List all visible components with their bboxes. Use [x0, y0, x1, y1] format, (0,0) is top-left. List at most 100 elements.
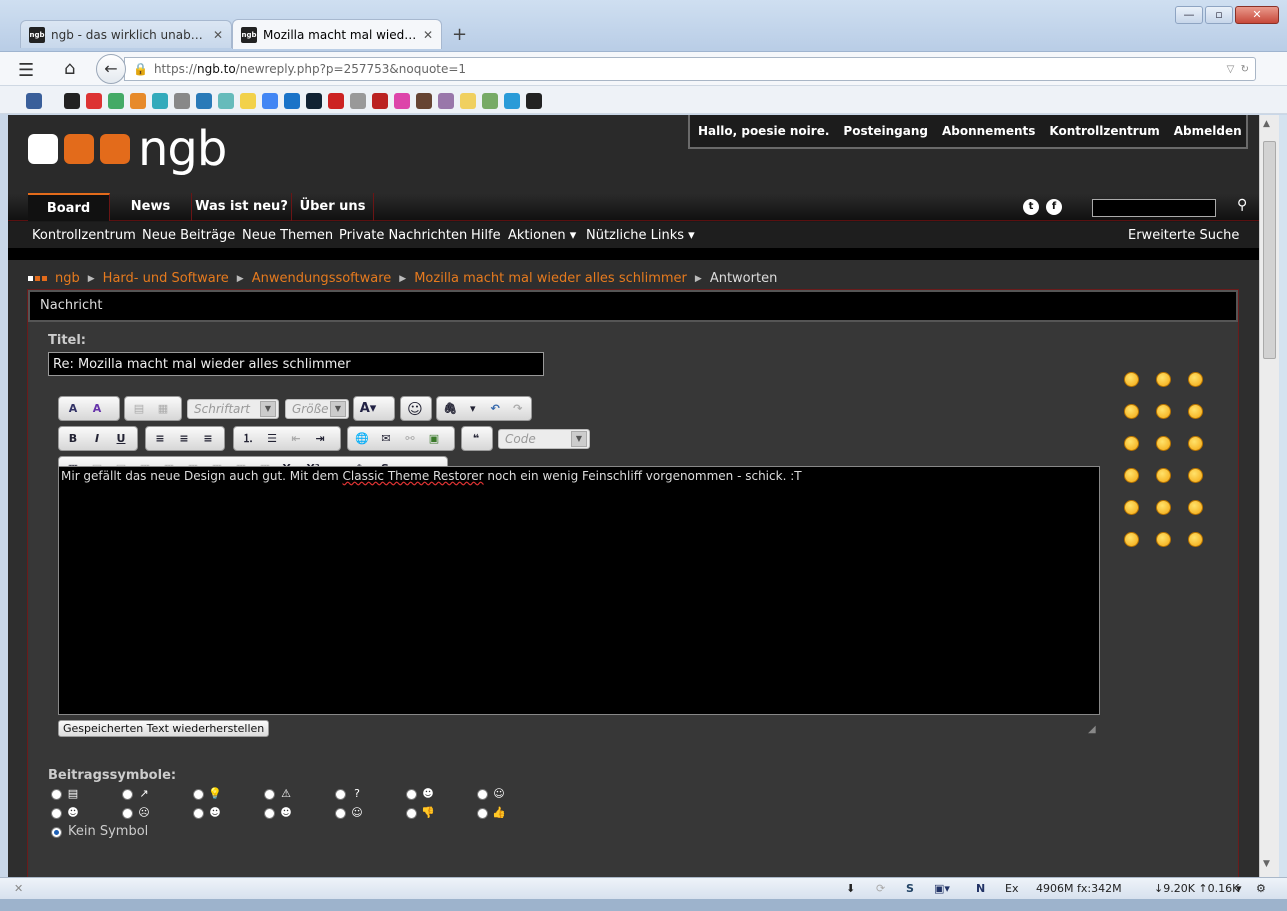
sad-smiley-icon[interactable]	[1124, 436, 1139, 451]
think-smiley-icon[interactable]	[1188, 468, 1203, 483]
bookmark-icon[interactable]	[372, 93, 388, 109]
search-icon[interactable]: ⚲	[1237, 197, 1247, 213]
bold-icon[interactable]: B	[62, 429, 84, 449]
twitter-icon[interactable]: t	[1023, 199, 1039, 215]
breadcrumb-hard-software[interactable]: Hard- und Software	[103, 271, 229, 286]
bookmark-icon[interactable]	[460, 93, 476, 109]
home-icon[interactable]: ⌂	[64, 58, 75, 79]
close-tab-icon[interactable]: ✕	[423, 28, 433, 42]
align-left-icon[interactable]: ≡	[149, 429, 171, 449]
post-icon-radio[interactable]	[477, 789, 488, 800]
subnav-new-posts[interactable]: Neue Beiträge	[142, 228, 235, 243]
post-icon-radio[interactable]	[406, 789, 417, 800]
site-logo[interactable]: ngb	[28, 125, 227, 173]
laugh-smiley-icon[interactable]	[1156, 500, 1171, 515]
breadcrumb-anwendungssoftware[interactable]: Anwendungssoftware	[252, 271, 392, 286]
bookmark-icon[interactable]	[174, 93, 190, 109]
tab-mozilla-thread[interactable]: ngb Mozilla macht mal wieder ... ✕	[232, 19, 442, 49]
text-color-button[interactable]: A▾	[353, 396, 395, 421]
thumbsdown-smiley-icon[interactable]	[1188, 500, 1203, 515]
bookmark-icon[interactable]	[482, 93, 498, 109]
smiley-icon[interactable]	[1124, 372, 1139, 387]
menu-icon[interactable]: ☰	[18, 60, 34, 81]
scrollbar-thumb[interactable]	[1263, 141, 1276, 359]
nav-whats-new[interactable]: Was ist neu?	[192, 193, 292, 221]
close-window-button[interactable]: ✕	[1235, 6, 1279, 24]
user-menu-usercp[interactable]: Kontrollzentrum	[1049, 124, 1159, 138]
breadcrumb-thread[interactable]: Mozilla macht mal wieder alles schlimmer	[414, 271, 687, 286]
title-input[interactable]	[48, 352, 544, 376]
bookmark-icon[interactable]	[504, 93, 520, 109]
message-editor[interactable]: Mir gefällt das neue Design auch gut. Mi…	[58, 466, 1100, 715]
nav-about[interactable]: Über uns	[292, 193, 374, 221]
remove-format-icon[interactable]: A	[62, 399, 84, 419]
paste-word-icon[interactable]: ▦	[152, 399, 174, 419]
quote-button[interactable]: ❝	[461, 426, 493, 451]
thumbsup-smiley-icon[interactable]	[1188, 372, 1203, 387]
nav-news[interactable]: News	[110, 193, 192, 221]
neutral-smiley-icon[interactable]	[1124, 500, 1139, 515]
unlink-icon[interactable]: ⚯	[399, 429, 421, 449]
paste-icon[interactable]: ▤	[128, 399, 150, 419]
post-icon-radio[interactable]	[406, 808, 417, 819]
outdent-icon[interactable]: ⇤	[285, 429, 307, 449]
addon-icon[interactable]: ⚙	[1256, 882, 1266, 895]
extension-icon[interactable]: Ex	[1005, 882, 1018, 895]
font-select[interactable]: Schriftart ▼	[187, 399, 279, 419]
subnav-private-messages[interactable]: Private Nachrichten	[339, 228, 467, 243]
post-icon-radio[interactable]	[264, 789, 275, 800]
grin-smiley-icon[interactable]	[1156, 372, 1171, 387]
cool-smiley-icon[interactable]	[1156, 404, 1171, 419]
redo-icon[interactable]: ↷	[508, 399, 529, 419]
noscript-icon[interactable]: N	[976, 882, 985, 895]
undo-icon[interactable]: ↶	[485, 399, 506, 419]
subnav-help[interactable]: Hilfe	[471, 228, 501, 243]
user-greeting[interactable]: Hallo, poesie noire.	[698, 124, 829, 138]
abp-icon[interactable]: ▣▾	[934, 882, 950, 895]
switch-mode-icon[interactable]: A	[86, 399, 108, 419]
page-scrollbar[interactable]: ▲ ▼	[1259, 115, 1279, 877]
bookmarks-star-icon[interactable]	[26, 93, 42, 109]
bookmark-icon[interactable]	[218, 93, 234, 109]
subnav-advanced-search[interactable]: Erweiterte Suche	[1128, 228, 1239, 243]
post-icon-radio[interactable]	[264, 808, 275, 819]
indent-icon[interactable]: ⇥	[309, 429, 331, 449]
email-link-icon[interactable]: ✉	[375, 429, 397, 449]
maximize-button[interactable]: ▫	[1205, 6, 1233, 24]
restore-text-button[interactable]: Gespeicherten Text wiederherstellen	[58, 720, 270, 737]
post-icon-radio[interactable]	[193, 808, 204, 819]
user-menu-subscriptions[interactable]: Abonnements	[942, 124, 1035, 138]
post-icon-radio[interactable]	[51, 808, 62, 819]
breadcrumb-ngb[interactable]: ngb	[55, 271, 80, 286]
image-icon[interactable]: ▣	[423, 429, 445, 449]
bookmark-icon[interactable]	[240, 93, 256, 109]
user-menu-logout[interactable]: Abmelden	[1174, 124, 1242, 138]
bookmark-icon[interactable]	[152, 93, 168, 109]
post-icon-radio[interactable]	[193, 789, 204, 800]
url-dropdown-icon[interactable]: ▽ ↻	[1227, 64, 1249, 75]
close-tab-icon[interactable]: ✕	[213, 28, 223, 42]
italic-icon[interactable]: I	[86, 429, 108, 449]
scroll-down-icon[interactable]: ▼	[1263, 859, 1270, 869]
bookmark-icon[interactable]	[306, 93, 322, 109]
post-icon-radio[interactable]	[477, 808, 488, 819]
post-icon-radio[interactable]	[335, 789, 346, 800]
crazy-smiley-icon[interactable]	[1188, 532, 1203, 547]
bookmark-icon[interactable]	[526, 93, 542, 109]
code-select[interactable]: Code ▼	[498, 429, 590, 449]
wink-smiley-icon[interactable]	[1124, 404, 1139, 419]
bookmark-icon[interactable]	[350, 93, 366, 109]
bookmark-icon[interactable]	[86, 93, 102, 109]
post-icon-radio[interactable]	[51, 789, 62, 800]
facebook-icon[interactable]: f	[1046, 199, 1062, 215]
nerd-smiley-icon[interactable]	[1156, 436, 1171, 451]
nav-board[interactable]: Board	[28, 193, 110, 221]
bookmark-icon[interactable]	[64, 93, 80, 109]
minimize-button[interactable]: —	[1175, 6, 1203, 24]
bookmark-icon[interactable]	[416, 93, 432, 109]
chevron-down-icon[interactable]: ▾	[463, 399, 484, 419]
bookmark-icon[interactable]	[196, 93, 212, 109]
no-icon-radio[interactable]	[51, 827, 62, 838]
chevron-down-icon[interactable]: ▾	[1236, 882, 1242, 895]
underline-icon[interactable]: U	[110, 429, 132, 449]
